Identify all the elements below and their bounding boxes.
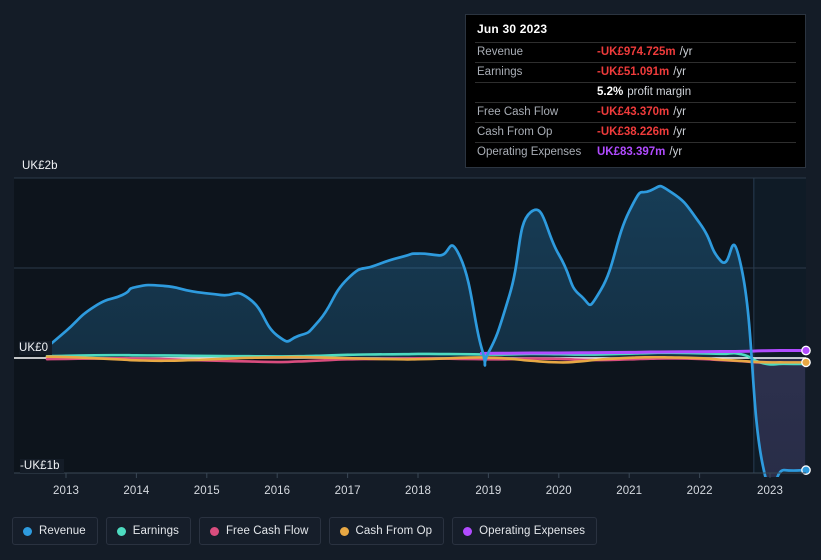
x-axis-label-2014: 2014 — [123, 485, 150, 497]
legend-item-operating-expenses[interactable]: Operating Expenses — [452, 517, 598, 545]
legend-item-label: Earnings — [132, 525, 179, 537]
tooltip-row-value-wrap: 5.2% profit margin — [597, 86, 691, 98]
x-axis-label-2017: 2017 — [334, 485, 361, 497]
tooltip-row: 5.2% profit margin — [475, 82, 796, 102]
x-axis-label-2023: 2023 — [757, 485, 783, 497]
chart-legend: Revenue Earnings Free Cash Flow Cash From O… — [12, 517, 598, 545]
legend-item-label: Cash From Op — [355, 525, 433, 537]
financial-chart-page: UK£2b UK£0 -UK£1b 2013 2014 2015 2016 2017 20… — [0, 0, 821, 560]
legend-color-dot-icon — [463, 526, 473, 536]
tooltip-row: Cash From Op -UK£38.226m/yr — [475, 122, 796, 142]
tooltip-row-value-wrap: -UK£51.091m/yr — [597, 66, 686, 78]
tooltip-row-value-wrap: -UK£38.226m/yr — [597, 126, 686, 138]
legend-color-dot-icon — [209, 526, 219, 536]
tooltip-row-unit: /yr — [673, 126, 687, 138]
legend-item-cash-from-op[interactable]: Cash From Op — [328, 517, 445, 545]
x-axis-label-2022: 2022 — [686, 485, 713, 497]
tooltip-row-value: UK£83.397m — [597, 146, 666, 158]
x-axis-label-2020: 2020 — [545, 485, 572, 497]
tooltip-row-label: Cash From Op — [477, 126, 553, 138]
tooltip-row-value: 5.2% — [597, 86, 624, 98]
x-axis-label-2015: 2015 — [193, 485, 220, 497]
tooltip-row-unit: /yr — [679, 46, 693, 58]
tooltip-row-value-wrap: UK£83.397m/yr — [597, 146, 682, 158]
x-axis-label-2021: 2021 — [616, 485, 643, 497]
x-axis-label-2013: 2013 — [53, 485, 79, 497]
legend-item-label: Revenue — [39, 525, 86, 537]
tooltip-row: Earnings -UK£51.091m/yr — [475, 62, 796, 82]
tooltip-row-label: Earnings — [477, 66, 523, 78]
x-axis-label-2018: 2018 — [405, 485, 431, 497]
x-axis-label-2016: 2016 — [264, 485, 291, 497]
legend-item-revenue[interactable]: Revenue — [12, 517, 98, 545]
tooltip-row-unit: /yr — [673, 106, 687, 118]
legend-color-dot-icon — [116, 526, 126, 536]
legend-item-label: Free Cash Flow — [225, 525, 309, 537]
tooltip-row-value: -UK£38.226m — [597, 126, 670, 138]
tooltip-row: Free Cash Flow -UK£43.370m/yr — [475, 102, 796, 122]
tooltip-row-value: -UK£51.091m — [597, 66, 670, 78]
tooltip-row-label: Free Cash Flow — [477, 106, 559, 118]
tooltip-rows: Revenue -UK£974.725m/yr Earnings -UK£51.091… — [475, 42, 796, 162]
legend-item-free-cash-flow[interactable]: Free Cash Flow — [198, 517, 321, 545]
end-marker-cash-from-op — [801, 357, 811, 368]
x-axis-label-2019: 2019 — [475, 485, 502, 497]
tooltip-row-value: -UK£43.370m — [597, 106, 670, 118]
tooltip-row: Operating Expenses UK£83.397m/yr — [475, 142, 796, 162]
legend-color-dot-icon — [339, 526, 349, 536]
tooltip-row-unit: /yr — [669, 146, 683, 158]
legend-color-dot-icon — [23, 526, 32, 536]
tooltip-row: Revenue -UK£974.725m/yr — [475, 42, 796, 62]
tooltip-date: Jun 30 2023 — [477, 22, 548, 36]
tooltip-row-value-wrap: -UK£974.725m/yr — [597, 46, 692, 58]
tooltip-row-unit: profit margin — [627, 86, 692, 98]
tooltip-row-value: -UK£974.725m — [597, 46, 676, 58]
y-axis-label-bottom: -UK£1b — [20, 459, 64, 473]
y-axis-label-top: UK£2b — [22, 159, 62, 173]
data-tooltip: Jun 30 2023 Revenue -UK£974.725m/yr Earnin… — [465, 14, 806, 168]
tooltip-row-label: Operating Expenses — [477, 146, 582, 158]
legend-item-earnings[interactable]: Earnings — [105, 517, 191, 545]
end-marker-operating-expenses — [801, 345, 811, 356]
tooltip-row-unit: /yr — [673, 66, 687, 78]
legend-item-label: Operating Expenses — [479, 525, 586, 537]
tooltip-row-label: Revenue — [477, 46, 524, 58]
tooltip-row-value-wrap: -UK£43.370m/yr — [597, 106, 686, 118]
y-axis-label-zero: UK£0 — [19, 341, 53, 355]
